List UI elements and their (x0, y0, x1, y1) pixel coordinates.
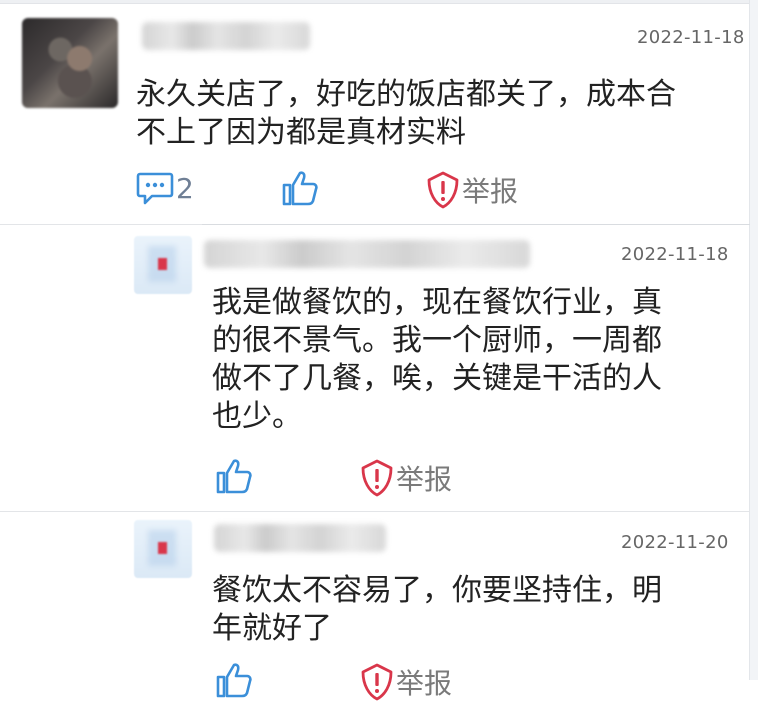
like-button[interactable] (214, 456, 254, 496)
thumbs-up-icon (216, 459, 252, 494)
shield-alert-icon (361, 663, 393, 701)
report-button[interactable]: 举报 (360, 458, 452, 498)
reply-count: 2 (176, 171, 194, 205)
like-button[interactable] (280, 168, 320, 208)
shield-alert-icon (361, 459, 393, 497)
comment-text: 我是做餐饮的，现在餐饮行业，真 的很不景气。我一个厨师，一周都 做不了几餐，唉，… (212, 285, 662, 434)
comment-icon (136, 172, 174, 205)
comment-date: 2022-11-18 (621, 244, 729, 265)
username-blurred[interactable] (214, 524, 386, 552)
report-button[interactable]: 举报 (360, 662, 452, 702)
avatar[interactable] (134, 520, 192, 578)
comment-text: 餐饮太不容易了，你要坚持住，明 年就好了 (212, 573, 662, 646)
thumbs-up-icon (282, 171, 318, 206)
reply-divider (0, 511, 750, 512)
comment-text: 永久关店了，好吃的饭店都关了，成本合 不上了因为都是真材实料 (136, 77, 676, 150)
comment-date: 2022-11-18 (637, 27, 745, 48)
report-label: 举报 (396, 463, 453, 496)
avatar[interactable] (22, 18, 118, 108)
report-label: 举报 (462, 175, 519, 208)
shield-alert-icon (427, 171, 459, 209)
scrollbar-track[interactable] (750, 0, 758, 680)
thumbs-up-icon (216, 663, 252, 698)
username-blurred[interactable] (204, 240, 530, 268)
reply-divider (202, 224, 750, 225)
like-button[interactable] (214, 660, 254, 700)
username-blurred[interactable] (142, 22, 310, 50)
avatar[interactable] (134, 236, 192, 294)
comment-date: 2022-11-20 (621, 532, 729, 553)
reply-button[interactable]: 2 (136, 170, 194, 206)
top-border (0, 0, 750, 4)
report-button[interactable]: 举报 (426, 170, 518, 210)
report-label: 举报 (396, 667, 453, 700)
